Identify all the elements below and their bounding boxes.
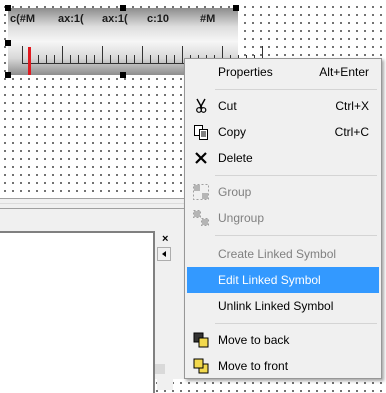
- move-to-back-icon: [193, 332, 209, 348]
- menu-separator: [215, 175, 377, 176]
- ungroup-icon: [193, 210, 209, 226]
- menu-item-label: Move to front: [218, 359, 289, 373]
- menu-item-shortcut: Ctrl+X: [335, 99, 369, 113]
- gauge-minor-tick: [134, 55, 135, 64]
- menu-item-properties[interactable]: Properties Alt+Enter: [187, 59, 379, 85]
- gauge-minor-tick: [166, 55, 167, 64]
- menu-item-create-linked-symbol[interactable]: Create Linked Symbol: [187, 241, 379, 267]
- inner-window-frame: [0, 231, 155, 393]
- menu-item-label: Ungroup: [218, 211, 265, 225]
- arrow-left-icon: [162, 251, 166, 257]
- gauge-minor-tick: [86, 55, 87, 64]
- gauge-major-tick: [142, 46, 143, 64]
- gauge-minor-tick: [150, 55, 151, 64]
- selection-handle-top-left[interactable]: [5, 5, 11, 11]
- menu-item-label: Unlink Linked Symbol: [218, 299, 334, 313]
- menu-item-label: Properties: [218, 65, 273, 79]
- scroll-left-button[interactable]: [157, 247, 171, 261]
- gauge-minor-tick: [94, 55, 95, 64]
- menu-item-cut[interactable]: Cut Ctrl+X: [187, 93, 379, 119]
- move-to-front-icon: [193, 358, 209, 374]
- gauge-major-tick: [182, 46, 183, 64]
- selection-handle-top-center[interactable]: [120, 5, 126, 11]
- menu-item-unlink-linked-symbol[interactable]: Unlink Linked Symbol: [187, 293, 379, 319]
- context-menu: Properties Alt+Enter Cut Ctrl+X Copy Ctr…: [184, 58, 382, 379]
- gauge-major-tick: [22, 46, 23, 64]
- gauge-minor-tick: [54, 55, 55, 64]
- selection-handle-top-right[interactable]: [233, 5, 239, 11]
- menu-separator: [215, 323, 377, 324]
- menu-item-ungroup[interactable]: Ungroup: [187, 205, 379, 231]
- menu-item-label: Cut: [218, 99, 237, 113]
- gauge-minor-tick: [38, 55, 39, 64]
- menu-item-copy[interactable]: Copy Ctrl+C: [187, 119, 379, 145]
- gauge-minor-tick: [126, 55, 127, 64]
- scissors-icon: [196, 98, 207, 113]
- menu-item-label: Edit Linked Symbol: [218, 273, 321, 287]
- selection-handle-bottom-center[interactable]: [120, 72, 126, 78]
- menu-item-shortcut: Alt+Enter: [319, 65, 369, 79]
- gauge-minor-tick: [110, 55, 111, 64]
- gauge-minor-tick: [46, 55, 47, 64]
- gauge-label: ax:1(: [58, 13, 84, 25]
- gauge-label: ax:1(: [102, 13, 128, 25]
- gauge-minor-tick: [118, 55, 119, 64]
- menu-item-move-to-front[interactable]: Move to front: [187, 353, 379, 379]
- selection-handle-bottom-left[interactable]: [5, 72, 11, 78]
- close-icon[interactable]: ×: [162, 234, 168, 245]
- menu-separator: [215, 235, 377, 236]
- group-icon: [193, 184, 209, 200]
- gauge-label: #M: [200, 13, 216, 25]
- menu-item-label: Create Linked Symbol: [218, 247, 337, 261]
- menu-separator: [215, 89, 377, 90]
- selection-handle-middle-left[interactable]: [5, 40, 11, 46]
- menu-item-group[interactable]: Group: [187, 179, 379, 205]
- menu-item-move-to-back[interactable]: Move to back: [187, 327, 379, 353]
- menu-item-label: Delete: [218, 151, 253, 165]
- menu-item-label: Move to back: [218, 333, 290, 347]
- gauge-major-tick: [102, 46, 103, 64]
- gauge-minor-tick: [78, 55, 79, 64]
- gauge-minor-tick: [70, 55, 71, 64]
- menu-item-delete[interactable]: Delete: [187, 145, 379, 171]
- panel-corner-icon: [155, 364, 165, 374]
- menu-item-edit-linked-symbol[interactable]: Edit Linked Symbol: [187, 267, 379, 293]
- menu-item-shortcut: Ctrl+C: [334, 125, 369, 139]
- gauge-needle: [28, 47, 31, 75]
- gauge-major-tick: [62, 46, 63, 64]
- gauge-minor-tick: [174, 55, 175, 64]
- gauge-minor-tick: [158, 55, 159, 64]
- copy-icon: [194, 125, 208, 140]
- menu-item-label: Group: [218, 185, 252, 199]
- menu-item-label: Copy: [218, 125, 247, 139]
- gauge-label: c(#M: [10, 13, 36, 25]
- delete-x-icon: [195, 152, 207, 164]
- gauge-label: c:10: [147, 13, 170, 25]
